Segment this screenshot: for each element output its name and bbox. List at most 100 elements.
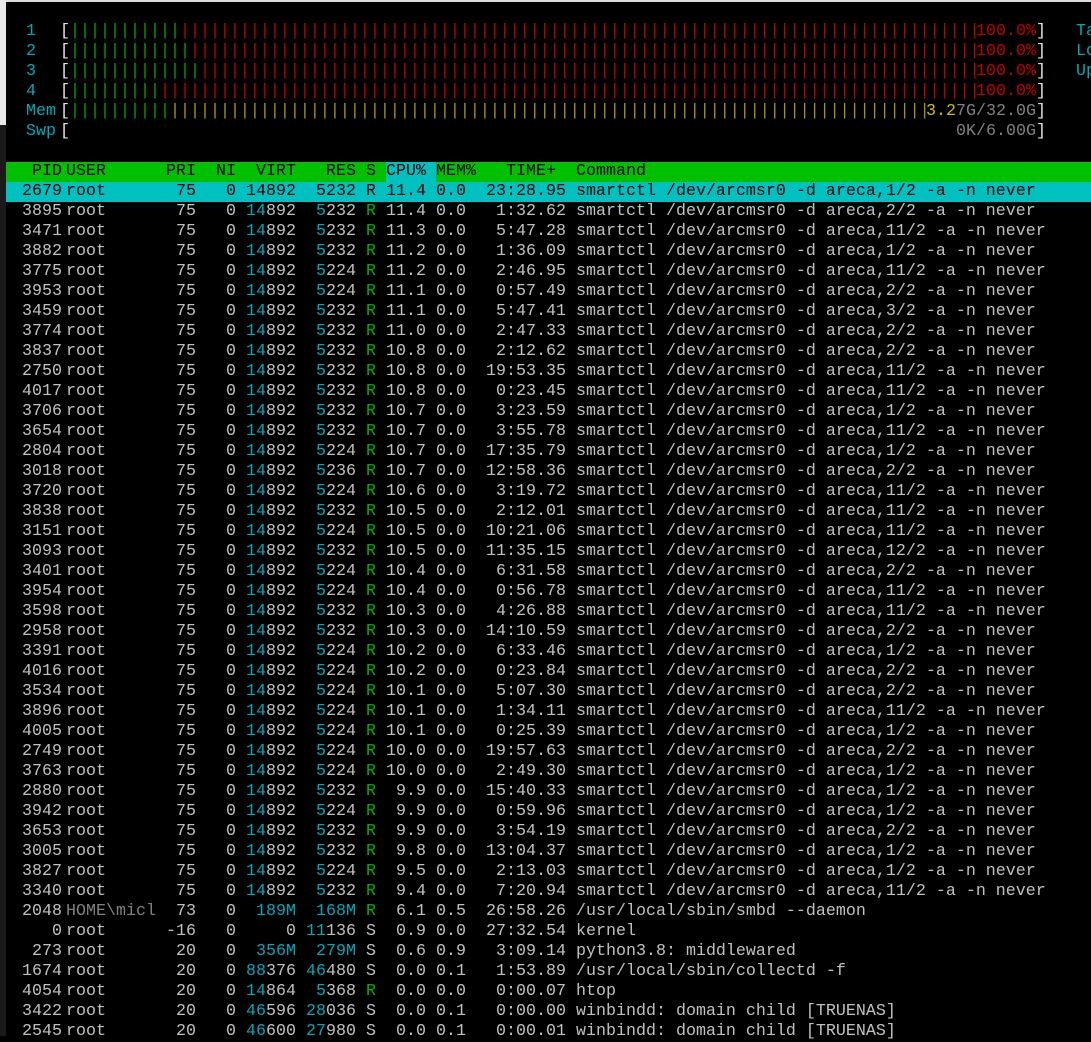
- nice-cell: 0: [226, 842, 236, 861]
- column-header-cpu-sorted[interactable]: CPU%: [386, 162, 436, 182]
- user-cell: root: [66, 382, 106, 401]
- memory-meter-bar-segment: ||||||||||: [70, 102, 170, 121]
- process-row[interactable]: 2880 root 75 0 14892 5232 R 9.9 0.0 15:40.33 smart…: [6, 782, 1091, 802]
- process-row[interactable]: 3340 root 75 0 14892 5232 R 9.4 0.0 7:20.94 smartc…: [6, 882, 1091, 902]
- mem-cell: 0.0: [436, 262, 466, 281]
- process-row[interactable]: 2750 root 75 0 14892 5232 R 10.8 0.0 19:53.35 smar…: [6, 362, 1091, 382]
- process-row[interactable]: 3827 root 75 0 14892 5224 R 9.5 0.0 2:13.03 smartc…: [6, 862, 1091, 882]
- nice-cell: 0: [226, 642, 236, 661]
- process-row[interactable]: 4016 root 75 0 14892 5224 R 10.2 0.0 0:23.84 smart…: [6, 662, 1091, 682]
- process-row[interactable]: 3093 root 75 0 14892 5232 R 10.5 0.0 11:35.15 smar…: [6, 542, 1091, 562]
- state-cell: R: [366, 682, 376, 701]
- state-cell: R: [366, 462, 376, 481]
- process-row[interactable]: 4054 root 20 0 14864 5368 R 0.0 0.0 0:00.07 htop: [6, 982, 1091, 1002]
- cpu-3-meter: 3[||||||||||||||||||||||||||||||||||||||…: [0, 62, 1091, 82]
- priority-cell: 75: [176, 822, 196, 841]
- virt-cell: 46596: [246, 1002, 296, 1021]
- command-cell: smartctl /dev/arcmsr0 -d areca,11/2 -a -…: [576, 362, 1046, 381]
- column-header-virt[interactable]: VIRT: [256, 162, 296, 182]
- cpu-cell: 0.9: [396, 922, 426, 941]
- process-row[interactable]: 3598 root 75 0 14892 5232 R 10.3 0.0 4:26.88 smart…: [6, 602, 1091, 622]
- process-row[interactable]: 2048 HOME\micl 73 0 189M 168M R 6.1 0.5 26:58.26 /…: [6, 902, 1091, 922]
- nice-cell: 0: [226, 262, 236, 281]
- process-row[interactable]: 3534 root 75 0 14892 5224 R 10.1 0.0 5:07.30 smart…: [6, 682, 1091, 702]
- process-row[interactable]: 2804 root 75 0 14892 5224 R 10.7 0.0 17:35.79 smar…: [6, 442, 1091, 462]
- process-row[interactable]: 3775 root 75 0 14892 5224 R 11.2 0.0 2:46.95 smart…: [6, 262, 1091, 282]
- nice-cell: 0: [226, 442, 236, 461]
- process-row[interactable]: 4017 root 75 0 14892 5232 R 10.8 0.0 0:23.45 smart…: [6, 382, 1091, 402]
- nice-cell: 0: [226, 862, 236, 881]
- process-row[interactable]: 3954 root 75 0 14892 5224 R 10.4 0.0 0:56.78 smart…: [6, 582, 1091, 602]
- pid-cell: 3391: [22, 642, 62, 661]
- process-row[interactable]: 4005 root 75 0 14892 5224 R 10.1 0.0 0:25.39 smart…: [6, 722, 1091, 742]
- mem-cell: 0.0: [436, 822, 466, 841]
- process-row[interactable]: 3837 root 75 0 14892 5232 R 10.8 0.0 2:12.62 smart…: [6, 342, 1091, 362]
- process-row[interactable]: 3653 root 75 0 14892 5232 R 9.9 0.0 3:54.19 smartc…: [6, 822, 1091, 842]
- cpu-cell: 10.0: [386, 742, 426, 761]
- mem-cell: 0.0: [436, 642, 466, 661]
- process-row[interactable]: 3654 root 75 0 14892 5232 R 10.7 0.0 3:55.78 smart…: [6, 422, 1091, 442]
- column-header-state[interactable]: S: [366, 162, 376, 182]
- process-row[interactable]: 3774 root 75 0 14892 5232 R 11.0 0.0 2:47.33 smart…: [6, 322, 1091, 342]
- process-row[interactable]: 3953 root 75 0 14892 5224 R 11.1 0.0 0:57.49 smart…: [6, 282, 1091, 302]
- process-row[interactable]: 1674 root 20 0 88376 46480 S 0.0 0.1 1:53.89/usr/…: [6, 962, 1091, 982]
- cpu-cell: 10.4: [386, 562, 426, 581]
- column-header-mem[interactable]: MEM%: [436, 162, 476, 182]
- command-cell: smartctl /dev/arcmsr0 -d areca,2/2 -a -n…: [576, 822, 1036, 841]
- column-header-user[interactable]: USER: [66, 162, 106, 182]
- pid-cell: 0: [52, 922, 62, 941]
- column-header-pri[interactable]: PRI: [166, 162, 196, 182]
- process-row[interactable]: 2545 root 20 0 46600 27980 S 0.0 0.1 0:00.01 winbi…: [6, 1022, 1091, 1042]
- process-row[interactable]: 3422 root 20 0 46596 28036 S 0.0 0.1 0:00.00 winbi…: [6, 1002, 1091, 1022]
- process-row[interactable]: 273 root 20 0 356M 279M S 0.6 0.9 3:09.14 python3.…: [6, 942, 1091, 962]
- user-cell: root: [66, 762, 106, 781]
- mem-cell: 0.0: [436, 202, 466, 221]
- process-row[interactable]: 3391 root 75 0 14892 5224 R 10.2 0.0 6:33.46 smart…: [6, 642, 1091, 662]
- command-cell: smartctl /dev/arcmsr0 -d areca,2/2 -a -n…: [576, 342, 1036, 361]
- process-row[interactable]: 3896 root 75 0 14892 5224 R 10.1 0.0 1:34.11 smart…: [6, 702, 1091, 722]
- column-header-command[interactable]: Command: [576, 162, 646, 182]
- pid-cell: 2545: [22, 1022, 62, 1041]
- process-row[interactable]: 2749 root 75 0 14892 5224 R 10.0 0.0 19:57.63 smar…: [6, 742, 1091, 762]
- process-row[interactable]: 3942 root 75 0 14892 5224 R 9.9 0.0 0:59.96 smartc…: [6, 802, 1091, 822]
- nice-cell: 0: [226, 1002, 236, 1021]
- virt-cell: 14892: [246, 242, 296, 261]
- process-row[interactable]: 3018 root 75 0 14892 5236 R 10.7 0.0 12:58.36 smar…: [6, 462, 1091, 482]
- process-row[interactable]: 3151 root 75 0 14892 5224 R 10.5 0.0 10:21.06 smar…: [6, 522, 1091, 542]
- process-row[interactable]: 3895 root 75 0 14892 5232 R 11.4 0.0 1:32.62 smart…: [6, 202, 1091, 222]
- column-header-ni[interactable]: NI: [216, 162, 236, 182]
- state-cell: R: [366, 262, 376, 281]
- process-row[interactable]: 2958 root 75 0 14892 5232 R 10.3 0.0 14:10.59 smar…: [6, 622, 1091, 642]
- command-cell: smartctl /dev/arcmsr0 -d areca,2/2 -a -n…: [576, 562, 1036, 581]
- time-cell: 5:07.30: [496, 682, 566, 701]
- nice-cell: 0: [226, 702, 236, 721]
- column-header-time[interactable]: TIME+: [506, 162, 556, 182]
- column-header-res[interactable]: RES: [326, 162, 356, 182]
- priority-cell: 75: [176, 842, 196, 861]
- mem-cell: 0.0: [436, 602, 466, 621]
- process-row[interactable]: 3763 root 75 0 14892 5224 R 10.0 0.0 2:49.30 smart…: [6, 762, 1091, 782]
- nice-cell: 0: [226, 562, 236, 581]
- cpu-1-meter-bar-segment: ||||||||||||||||||||||||||||||||||||||||…: [179, 22, 1040, 41]
- mem-cell: 0.1: [436, 962, 466, 981]
- process-row[interactable]: 3401 root 75 0 14892 5224 R 10.4 0.0 6:31.58 smart…: [6, 562, 1091, 582]
- process-row[interactable]: 3471 root 75 0 14892 5232 R 11.3 0.0 5:47.28 smart…: [6, 222, 1091, 242]
- mem-cell: 0.0: [436, 922, 466, 941]
- process-row[interactable]: 3838 root 75 0 14892 5232 R 10.5 0.0 2:12.01 smart…: [6, 502, 1091, 522]
- cpu-4-meter-bar: ||||||||||||||||||||||||||||||||||||||||…: [70, 82, 1040, 102]
- pid-cell: 1674: [22, 962, 62, 981]
- cpu-2-meter-bar: ||||||||||||||||||||||||||||||||||||||||…: [70, 42, 1040, 62]
- process-row[interactable]: 3720 root 75 0 14892 5224 R 10.6 0.0 3:19.72 smart…: [6, 482, 1091, 502]
- process-row[interactable]: 3005 root 75 0 14892 5232 R 9.8 0.0 13:04.37 smart…: [6, 842, 1091, 862]
- process-row[interactable]: 3882 root 75 0 14892 5232 R 11.2 0.0 1:36.09 smart…: [6, 242, 1091, 262]
- pid-cell: 2679: [22, 182, 62, 201]
- process-row[interactable]: 3706 root 75 0 14892 5232 R 10.7 0.0 3:23.59 smart…: [6, 402, 1091, 422]
- process-row[interactable]: 3459 root 75 0 14892 5232 R 11.1 0.0 5:47.41 smart…: [6, 302, 1091, 322]
- time-cell: 12:58.36: [486, 462, 566, 481]
- process-row-selected[interactable]: 2679 root 75 0 14892 5232 R 11.4 0.0 23:28.95 smar…: [6, 182, 1091, 202]
- res-cell: 5224: [316, 642, 356, 661]
- nice-cell: 0: [226, 542, 236, 561]
- column-header-pid[interactable]: PID: [32, 162, 62, 182]
- cpu-cell: 10.1: [386, 682, 426, 701]
- process-row[interactable]: 0 root -16 0 0 11136 S 0.9 0.0 27:32.54 kernel: [6, 922, 1091, 942]
